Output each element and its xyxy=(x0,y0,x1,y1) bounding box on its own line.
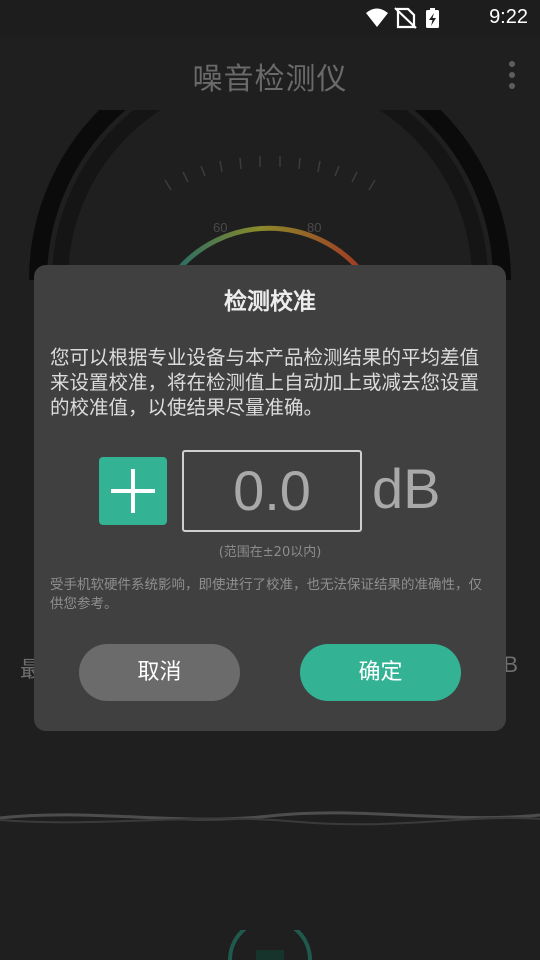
dialog-description: 您可以根据专业设备与本产品检测结果的平均差值来设置校准，将在检测值上自动加上或减… xyxy=(50,346,480,419)
status-icons xyxy=(366,7,439,29)
start-stop-button[interactable] xyxy=(226,930,314,960)
cancel-button[interactable]: 取消 xyxy=(79,644,240,701)
gauge-label-60: 60 xyxy=(213,220,227,235)
app-title: 噪音检测仪 xyxy=(192,62,348,97)
plus-icon xyxy=(111,469,155,513)
noise-gauge: 60 80 xyxy=(29,110,511,281)
range-hint: (范围在±20以内) xyxy=(218,545,322,560)
dialog-title: 检测校准 xyxy=(224,289,316,315)
gauge-ticks xyxy=(164,156,376,191)
disclaimer-note: 受手机软硬件系统影响，即使进行了校准，也无法保证结果的准确性，仅供您参考。 xyxy=(50,577,482,612)
wifi-icon xyxy=(366,8,388,27)
status-bar: 9:22 xyxy=(0,0,540,36)
more-vert-icon[interactable] xyxy=(506,59,518,91)
calibration-dialog: 检测校准 您可以根据专业设备与本产品检测结果的平均差值来设置校准，将在检测值上自… xyxy=(34,265,506,731)
sign-toggle-button[interactable] xyxy=(99,457,167,525)
battery-charging-icon xyxy=(426,8,439,28)
confirm-button[interactable]: 确定 xyxy=(300,644,461,701)
status-time: 9:22 xyxy=(489,6,528,28)
no-sim-icon xyxy=(394,7,417,29)
unit-label: dB xyxy=(372,457,441,520)
sound-wave xyxy=(0,811,540,826)
calibration-value-input[interactable]: 0.0 xyxy=(182,450,362,532)
